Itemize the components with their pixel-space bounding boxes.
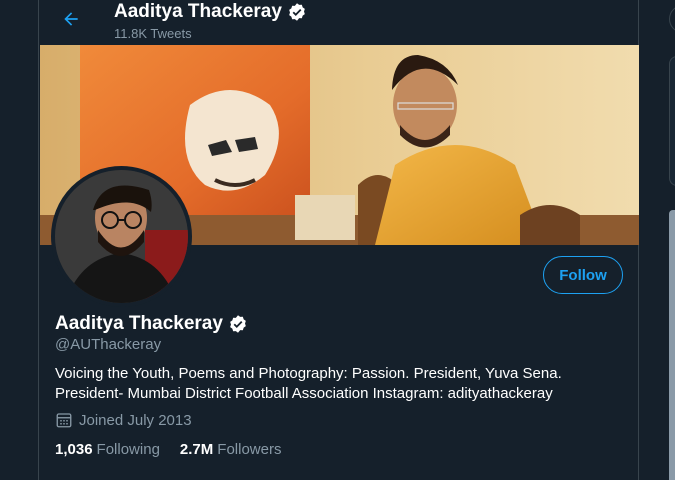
profile-name: Aaditya Thackeray [55,313,248,335]
followers-count: 2.7M [179,441,214,458]
left-sidebar [0,0,39,480]
joined-date: Joined July 2013 [55,411,192,429]
profile-handle: @AUThackeray [55,336,162,353]
calendar-icon [56,413,72,428]
search-circle[interactable] [669,5,675,33]
profile-name-text: Aaditya Thackeray [55,313,223,334]
header-name-text: Aaditya Thackeray [114,1,282,22]
tweet-count: 11.8K Tweets [114,26,192,41]
profile-avatar[interactable] [51,166,192,307]
follow-button[interactable]: Follow [543,256,623,294]
arrow-left-icon [64,12,78,26]
following-count: 1,036 [55,441,93,458]
following-link[interactable]: 1,036 Following [55,441,160,458]
verified-badge-icon [230,315,246,333]
header-title: Aaditya Thackeray [114,1,307,23]
following-label: Following [96,441,160,458]
profile-bio: Voicing the Youth, Poems and Photography… [55,365,562,402]
verified-badge-icon [289,3,305,21]
profile-column: Aaditya Thackeray 11.8K Tweets Follow Aa… [40,0,639,480]
followers-link[interactable]: 2.7M Followers [180,441,282,458]
follow-stats: 1,036 Following 2.7M Followers [55,441,281,458]
followers-label: Followers [217,441,282,458]
back-button[interactable] [58,6,84,32]
profile-header: Aaditya Thackeray 11.8K Tweets [40,0,639,45]
right-sidebar [640,0,675,480]
sidebar-media-strip [669,210,675,480]
avatar-photo [55,170,188,303]
joined-text: Joined July 2013 [79,411,192,429]
sidebar-card [669,56,675,186]
